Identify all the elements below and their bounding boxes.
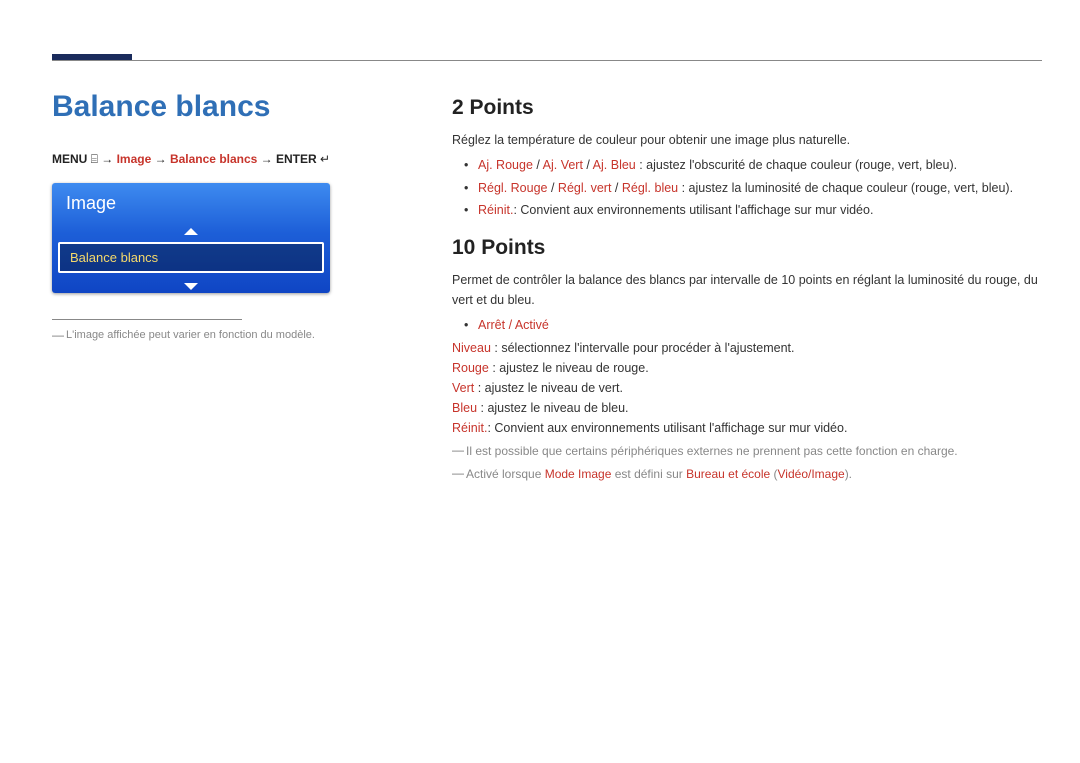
term-mode-image: Mode Image xyxy=(545,467,612,481)
sep: / xyxy=(611,181,621,195)
term-regl-vert: Régl. vert xyxy=(558,181,612,195)
desc: : ajustez le niveau de bleu. xyxy=(477,401,629,415)
chevron-up-icon[interactable] xyxy=(52,222,330,238)
list-item: Réinit.: Convient aux environnements uti… xyxy=(478,199,1042,222)
term-regl-bleu: Régl. bleu xyxy=(622,181,678,195)
list-item: Arrêt / Activé xyxy=(478,314,1042,337)
section-heading-10points: 10 Points xyxy=(452,236,1042,260)
note-external-devices: Il est possible que certains périphériqu… xyxy=(452,442,1042,461)
desc: : Convient aux environnements utilisant … xyxy=(513,203,873,217)
term-vert: Vert xyxy=(452,381,474,395)
sep: / xyxy=(533,158,543,172)
line-rouge: Rouge : ajustez le niveau de rouge. xyxy=(452,358,1042,378)
desc: : Convient aux environnements utilisant … xyxy=(487,421,847,435)
term-bleu: Bleu xyxy=(452,401,477,415)
breadcrumb: MENU ⌸ → Image → Balance blancs → ENTER … xyxy=(52,152,417,167)
breadcrumb-menu-label: MENU xyxy=(52,152,87,166)
list-item: Régl. Rouge / Régl. vert / Régl. bleu : … xyxy=(478,177,1042,200)
footnote-divider xyxy=(52,319,242,320)
term-bureau-ecole: Bureau et école xyxy=(686,467,770,481)
breadcrumb-step-image: Image xyxy=(117,152,152,166)
note-text: ). xyxy=(845,467,852,481)
left-footnote: L'image affichée peut varier en fonction… xyxy=(52,328,417,343)
section1-intro: Réglez la température de couleur pour ob… xyxy=(452,130,1042,150)
term-reinit: Réinit. xyxy=(478,203,513,217)
breadcrumb-step-balance: Balance blancs xyxy=(170,152,257,166)
sep: / xyxy=(583,158,593,172)
desc: : ajustez l'obscurité de chaque couleur … xyxy=(636,158,957,172)
breadcrumb-arrow: → xyxy=(155,152,167,166)
chevron-down-icon[interactable] xyxy=(52,277,330,293)
menu-icon: ⌸ xyxy=(91,152,98,166)
sep: / xyxy=(548,181,558,195)
page-content: Balance blancs MENU ⌸ → Image → Balance … xyxy=(52,90,1042,484)
term-aj-bleu: Aj. Bleu xyxy=(593,158,636,172)
sep: / xyxy=(505,318,515,332)
desc: : sélectionnez l'intervalle pour procéde… xyxy=(491,341,795,355)
header-divider xyxy=(52,60,1042,61)
line-niveau: Niveau : sélectionnez l'intervalle pour … xyxy=(452,338,1042,358)
line-vert: Vert : ajustez le niveau de vert. xyxy=(452,378,1042,398)
note-mode-image: Activé lorsque Mode Image est défini sur… xyxy=(452,465,1042,484)
breadcrumb-arrow: → xyxy=(101,152,113,166)
desc: : ajustez la luminosité de chaque couleu… xyxy=(678,181,1013,195)
section2-intro: Permet de contrôler la balance des blanc… xyxy=(452,270,1042,310)
osd-menu-item-selected[interactable]: Balance blancs xyxy=(58,242,324,273)
term-regl-rouge: Régl. Rouge xyxy=(478,181,548,195)
line-bleu: Bleu : ajustez le niveau de bleu. xyxy=(452,398,1042,418)
enter-icon: ↵ xyxy=(320,152,330,166)
section1-bullets: Aj. Rouge / Aj. Vert / Aj. Bleu : ajuste… xyxy=(452,154,1042,222)
right-column: 2 Points Réglez la température de couleu… xyxy=(417,90,1042,484)
left-column: Balance blancs MENU ⌸ → Image → Balance … xyxy=(52,90,417,484)
term-reinit: Réinit. xyxy=(452,421,487,435)
section2-bullets: Arrêt / Activé xyxy=(452,314,1042,337)
desc: : ajustez le niveau de rouge. xyxy=(489,361,649,375)
note-text: Activé lorsque xyxy=(466,467,545,481)
list-item: Aj. Rouge / Aj. Vert / Aj. Bleu : ajuste… xyxy=(478,154,1042,177)
page-title: Balance blancs xyxy=(52,90,417,124)
breadcrumb-enter-label: ENTER xyxy=(276,152,317,166)
breadcrumb-arrow: → xyxy=(261,152,273,166)
term-arret: Arrêt xyxy=(478,318,505,332)
term-video-image: Vidéo/Image xyxy=(778,467,845,481)
desc: : ajustez le niveau de vert. xyxy=(474,381,623,395)
term-aj-vert: Aj. Vert xyxy=(543,158,583,172)
section-heading-2points: 2 Points xyxy=(452,96,1042,120)
term-active: Activé xyxy=(515,318,549,332)
term-aj-rouge: Aj. Rouge xyxy=(478,158,533,172)
osd-menu-card: Image Balance blancs xyxy=(52,183,330,293)
term-rouge: Rouge xyxy=(452,361,489,375)
note-text: est défini sur xyxy=(611,467,686,481)
line-reinit: Réinit.: Convient aux environnements uti… xyxy=(452,418,1042,438)
note-text: ( xyxy=(770,467,777,481)
osd-menu-title: Image xyxy=(52,183,330,222)
term-niveau: Niveau xyxy=(452,341,491,355)
